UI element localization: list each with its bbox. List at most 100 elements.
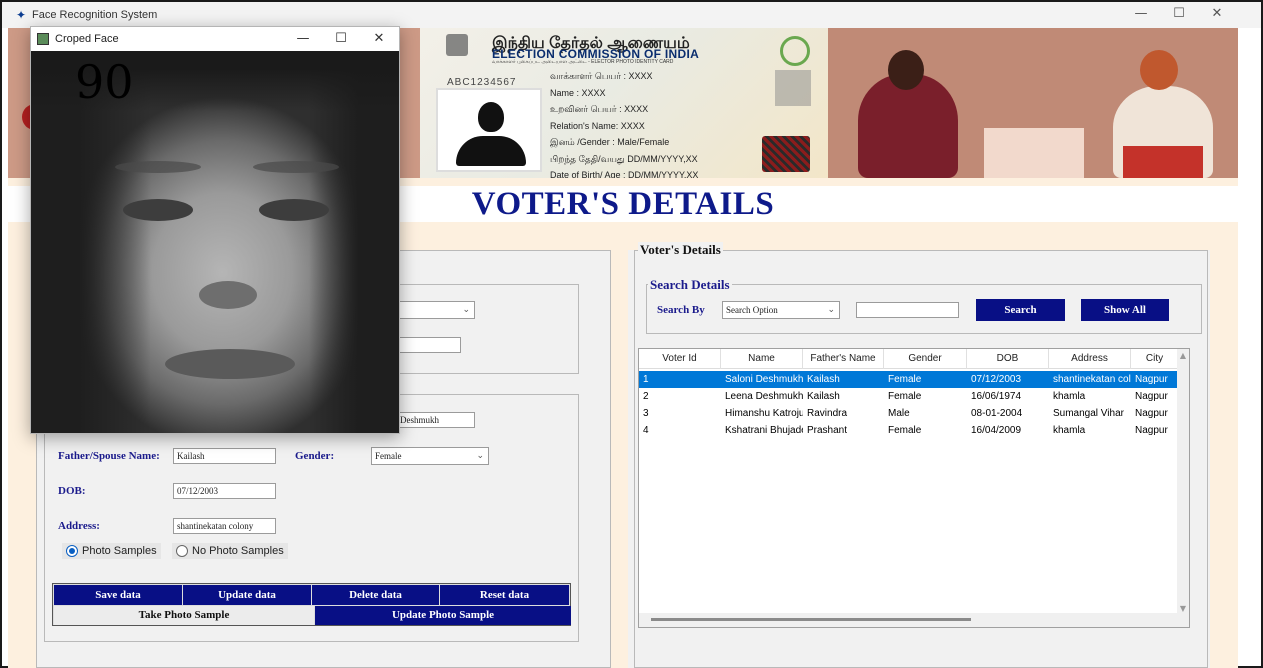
feather-icon: ✦ [16,8,27,22]
year-field[interactable] [398,337,461,353]
cell: Kshatrani Bhujade [725,425,803,436]
cell: Female [888,391,922,402]
table-row[interactable]: 1 Saloni Deshmukh Kailash Female 07/12/2… [639,371,1179,388]
photo-samples-radio[interactable]: Photo Samples [62,543,161,559]
popup-close-button[interactable]: ✕ [362,27,396,51]
scroll-thumb[interactable] [651,618,971,621]
search-option-value: Search Option [726,305,778,315]
cell: Male [888,408,910,419]
confidence-score: 90 [75,55,134,109]
election-logo-icon [780,36,810,66]
card-lines: வாக்காளர் பெயர் : XXXX Name : XXXX உறவின… [550,68,780,178]
cell: Prashant [807,425,848,436]
voting-illustration [828,28,1238,178]
no-photo-samples-label: No Photo Samples [192,545,284,557]
card-line: Date of Birth/ Age : DD/MM/YYYY,XX [550,170,699,178]
scroll-up-icon[interactable]: ▲ [1178,351,1188,360]
search-input[interactable] [856,302,959,318]
card-epic: ABC1234567 [447,77,517,88]
cell: 4 [643,425,649,436]
voter-id-card-image: இந்திய தேர்தல் ஆணையம் ELECTION COMMISSIO… [420,28,828,178]
cell: Ravindra [807,408,848,419]
table-row[interactable]: 4 Kshatrani Bhujade Prashant Female 16/0… [639,422,1179,439]
column-header[interactable]: DOB [967,349,1049,369]
column-header[interactable]: Voter Id [639,349,721,369]
hologram-icon [762,136,810,172]
address-field[interactable]: shantinekatan colony [173,518,276,534]
gender-label: Gender: [295,450,335,462]
main-titlebar: ✦ Face Recognition System [2,2,1261,28]
card-small-figure [775,70,811,106]
ballot-box [984,128,1084,178]
address-label: Address: [58,520,100,532]
cropped-face-image: 90 [31,51,399,433]
column-header[interactable]: Father's Name [803,349,884,369]
delete-button[interactable]: Delete data [312,585,439,605]
vertical-scrollbar[interactable]: ▲ ▼ [1177,349,1189,627]
cell: Nagpur [1135,408,1168,419]
popup-maximize-button[interactable]: ☐ [324,27,358,51]
table-row[interactable]: 3 Himanshu Katroju Ravindra Male 08-01-2… [639,405,1179,422]
chevron-down-icon: ⌄ [476,451,484,461]
search-option-combo[interactable]: Search Option ⌄ [722,301,840,319]
show-all-button[interactable]: Show All [1081,299,1169,321]
father-field[interactable]: Kailash [173,448,276,464]
cell: 1 [643,374,649,385]
column-header[interactable]: Gender [884,349,967,369]
take-photo-button[interactable]: Take Photo Sample [54,606,314,625]
card-line: உறவினர் பெயர் : XXXX [550,104,649,114]
cell: 07/12/2003 [971,374,1022,385]
dob-field[interactable]: 07/12/2003 [173,483,276,499]
cell: Kailash [807,391,840,402]
column-header[interactable]: City [1131,349,1179,369]
right-panel-title: Voter's Details [638,242,723,258]
chevron-down-icon: ⌄ [827,305,835,315]
cropped-face-window: Croped Face — ☐ ✕ 90 [30,26,400,434]
table-row[interactable]: 2 Leena Deshmukh Kailash Female 16/06/19… [639,388,1179,405]
window-title: Face Recognition System [32,9,158,21]
cell: 16/04/2009 [971,425,1022,436]
voter-table[interactable]: Voter Id Name Father's Name Gender DOB A… [638,348,1190,628]
search-by-label: Search By [657,304,705,316]
gender-combo[interactable]: Female ⌄ [371,447,489,465]
popup-title: Croped Face [55,33,119,45]
search-frame-title: Search Details [648,277,732,293]
card-line: பிறந்த தேதி/வயது DD/MM/YYYY,XX [550,153,698,164]
search-button[interactable]: Search [976,299,1065,321]
cell: Leena Deshmukh [725,391,803,402]
cell: 3 [643,408,649,419]
popup-minimize-button[interactable]: — [286,27,320,51]
card-photo-placeholder [436,88,542,172]
column-header[interactable]: Name [721,349,803,369]
photo-samples-label: Photo Samples [82,545,157,557]
card-line: வாக்காளர் பெயர் : XXXX [550,71,653,81]
update-button[interactable]: Update data [183,585,311,605]
cell: Saloni Deshmukh [725,374,803,385]
department-combo[interactable]: ⌄ [398,301,475,319]
reset-button[interactable]: Reset data [440,585,569,605]
window-icon [37,33,49,45]
horizontal-scrollbar[interactable] [639,613,1179,627]
cell: Nagpur [1135,391,1168,402]
column-header[interactable]: Address [1049,349,1131,369]
cell: Female [888,374,922,385]
cell: Sumangal Vihar [1053,408,1124,419]
radio-selected-icon [66,545,78,557]
page-heading: VOTER'S DETAILS [471,186,775,222]
minimize-button[interactable]: — [1124,2,1158,26]
table-header: Voter Id Name Father's Name Gender DOB A… [639,349,1179,369]
close-button[interactable]: ✕ [1200,2,1234,26]
update-photo-button[interactable]: Update Photo Sample [315,606,571,625]
cell: 16/06/1974 [971,391,1022,402]
voter-name-field[interactable]: Deshmukh [396,412,475,428]
gender-value: Female [375,451,402,461]
cell: Nagpur [1135,374,1168,385]
no-photo-samples-radio[interactable]: No Photo Samples [172,543,288,559]
cell: Female [888,425,922,436]
save-button[interactable]: Save data [54,585,182,605]
card-subtitle: வாக்காளர் புகைப்பட அடையாள அட்டை - ELECTO… [492,59,674,65]
scroll-down-icon[interactable]: ▼ [1178,604,1188,613]
card-line: Relation's Name: XXXX [550,120,645,131]
maximize-button[interactable]: ☐ [1162,2,1196,26]
cell: Himanshu Katroju [725,408,803,419]
